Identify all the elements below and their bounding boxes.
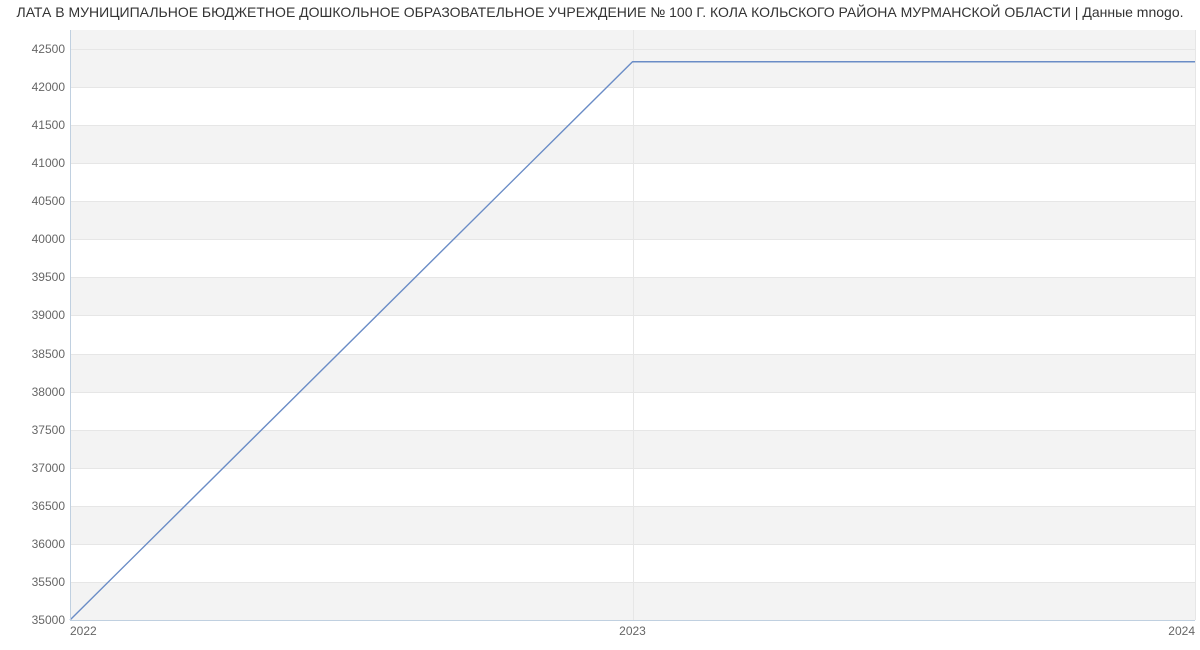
- y-tick-label: 35500: [9, 575, 65, 589]
- y-tick-label: 39000: [9, 308, 65, 322]
- line-chart: ЛАТА В МУНИЦИПАЛЬНОЕ БЮДЖЕТНОЕ ДОШКОЛЬНО…: [0, 0, 1200, 650]
- x-tick-label: 2023: [619, 624, 646, 638]
- y-tick-label: 37000: [9, 461, 65, 475]
- y-tick-label: 37500: [9, 423, 65, 437]
- y-tick-label: 41500: [9, 118, 65, 132]
- y-tick-label: 38500: [9, 347, 65, 361]
- y-axis-line: [70, 30, 71, 620]
- y-tick-label: 41000: [9, 156, 65, 170]
- line-series-layer: [70, 30, 1195, 620]
- y-tick-label: 42500: [9, 42, 65, 56]
- y-tick-label: 38000: [9, 385, 65, 399]
- y-tick-label: 40000: [9, 232, 65, 246]
- y-tick-label: 39500: [9, 270, 65, 284]
- y-tick-label: 36500: [9, 499, 65, 513]
- x-tick-label: 2022: [70, 624, 97, 638]
- x-tick-label: 2024: [1168, 624, 1195, 638]
- chart-title: ЛАТА В МУНИЦИПАЛЬНОЕ БЮДЖЕТНОЕ ДОШКОЛЬНО…: [0, 0, 1200, 24]
- y-tick-label: 42000: [9, 80, 65, 94]
- y-tick-label: 40500: [9, 194, 65, 208]
- x-axis-line: [70, 620, 1195, 621]
- series-line: [70, 62, 1195, 620]
- y-tick-label: 35000: [9, 613, 65, 627]
- gridline-vertical: [1195, 30, 1196, 620]
- y-tick-label: 36000: [9, 537, 65, 551]
- plot-area: [70, 30, 1195, 620]
